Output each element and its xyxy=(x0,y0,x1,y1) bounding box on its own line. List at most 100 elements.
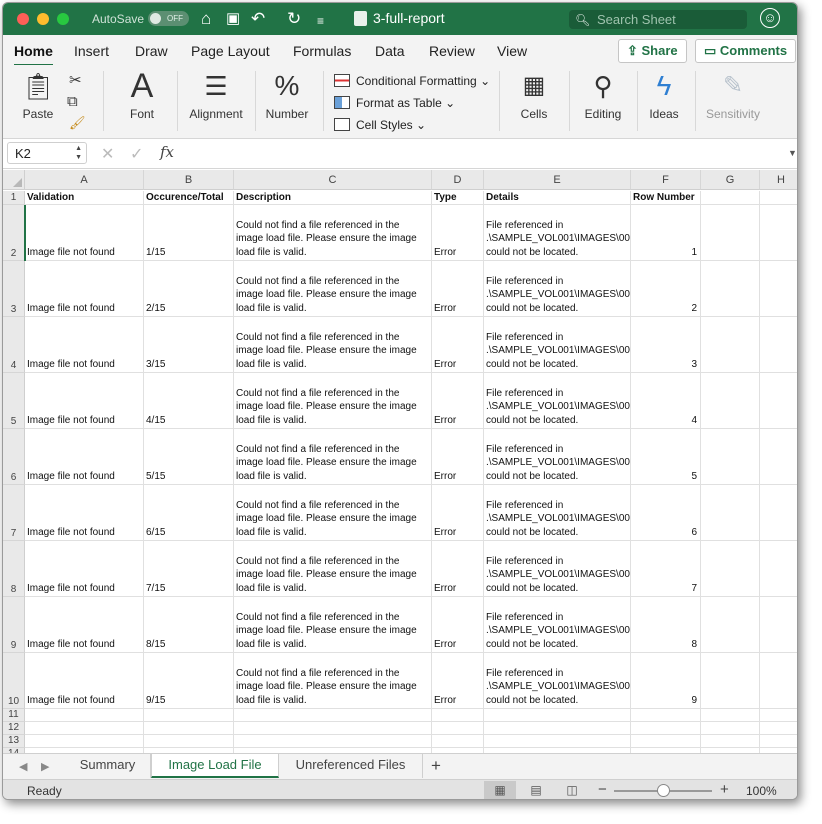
row-header[interactable]: 9 xyxy=(3,597,25,653)
table-cell-a[interactable]: Image file not found xyxy=(25,485,144,541)
empty-cell[interactable] xyxy=(701,735,760,748)
table-cell-f[interactable]: 1 xyxy=(631,205,701,261)
table-cell-a[interactable]: Image file not found xyxy=(25,597,144,653)
prev-sheet-icon[interactable]: ◀ xyxy=(19,760,27,773)
table-cell-e[interactable]: File referenced in .\SAMPLE_VOL001\IMAGE… xyxy=(484,541,631,597)
table-cell-c[interactable]: Could not find a file referenced in the … xyxy=(234,205,432,261)
autosave-toggle[interactable]: OFF xyxy=(148,11,189,26)
header-cell-b[interactable]: Occurence/Total xyxy=(144,191,234,205)
table-cell-g[interactable] xyxy=(701,541,760,597)
table-cell-b[interactable]: 3/15 xyxy=(144,317,234,373)
search-sheet-input[interactable]: 🔍︎ Search Sheet xyxy=(569,10,747,29)
sheet-tab-image-load-file[interactable]: Image Load File xyxy=(151,754,279,778)
table-cell-e[interactable]: File referenced in .\SAMPLE_VOL001\IMAGE… xyxy=(484,597,631,653)
empty-cell[interactable] xyxy=(25,709,144,722)
table-cell-c[interactable]: Could not find a file referenced in the … xyxy=(234,317,432,373)
table-cell-d[interactable]: Error xyxy=(432,261,484,317)
table-cell-f[interactable]: 6 xyxy=(631,485,701,541)
empty-cell[interactable] xyxy=(631,722,701,735)
table-cell-h[interactable] xyxy=(760,485,797,541)
empty-cell[interactable] xyxy=(25,735,144,748)
table-cell-h[interactable] xyxy=(760,653,797,709)
table-cell-g[interactable] xyxy=(701,317,760,373)
paste-button[interactable]: 📋︎ Paste xyxy=(13,65,63,137)
font-button[interactable]: A Font xyxy=(113,65,171,137)
table-cell-g[interactable] xyxy=(701,261,760,317)
row-header[interactable]: 4 xyxy=(3,317,25,373)
table-cell-b[interactable]: 4/15 xyxy=(144,373,234,429)
table-cell-h[interactable] xyxy=(760,373,797,429)
normal-view-icon[interactable]: ▦ xyxy=(484,781,516,799)
header-cell-d[interactable]: Type xyxy=(432,191,484,205)
table-cell-b[interactable]: 7/15 xyxy=(144,541,234,597)
table-cell-c[interactable]: Could not find a file referenced in the … xyxy=(234,429,432,485)
table-cell-g[interactable] xyxy=(701,429,760,485)
header-cell-g[interactable] xyxy=(701,191,760,205)
sheet-tab-unreferenced-files[interactable]: Unreferenced Files xyxy=(279,754,423,778)
table-cell-a[interactable]: Image file not found xyxy=(25,429,144,485)
header-cell-e[interactable]: Details xyxy=(484,191,631,205)
empty-cell[interactable] xyxy=(760,735,797,748)
row-header[interactable]: 13 xyxy=(3,735,25,748)
table-cell-d[interactable]: Error xyxy=(432,205,484,261)
tab-formulas[interactable]: Formulas xyxy=(293,43,351,59)
empty-cell[interactable] xyxy=(25,722,144,735)
table-cell-e[interactable]: File referenced in .\SAMPLE_VOL001\IMAGE… xyxy=(484,317,631,373)
table-cell-g[interactable] xyxy=(701,597,760,653)
table-cell-f[interactable]: 8 xyxy=(631,597,701,653)
tab-draw[interactable]: Draw xyxy=(135,43,168,59)
share-button[interactable]: ⇪ Share xyxy=(618,39,687,63)
sensitivity-button[interactable]: ✎ Sensitivity xyxy=(701,65,765,137)
table-cell-b[interactable]: 1/15 xyxy=(144,205,234,261)
name-box-stepper-icon[interactable]: ▲ ▼ xyxy=(75,144,82,162)
row-header[interactable]: 8 xyxy=(3,541,25,597)
copy-icon[interactable]: ⧉ xyxy=(67,93,78,110)
header-cell-f[interactable]: Row Number xyxy=(631,191,701,205)
empty-cell[interactable] xyxy=(234,709,432,722)
header-cell-h[interactable] xyxy=(760,191,797,205)
table-cell-e[interactable]: File referenced in .\SAMPLE_VOL001\IMAGE… xyxy=(484,653,631,709)
table-cell-f[interactable]: 2 xyxy=(631,261,701,317)
table-cell-c[interactable]: Could not find a file referenced in the … xyxy=(234,597,432,653)
table-cell-g[interactable] xyxy=(701,205,760,261)
tab-data[interactable]: Data xyxy=(375,43,405,59)
table-cell-c[interactable]: Could not find a file referenced in the … xyxy=(234,653,432,709)
cancel-formula-icon[interactable]: ✕ xyxy=(101,144,114,164)
row-header[interactable]: 12 xyxy=(3,722,25,735)
table-cell-g[interactable] xyxy=(701,373,760,429)
table-cell-c[interactable]: Could not find a file referenced in the … xyxy=(234,541,432,597)
table-cell-h[interactable] xyxy=(760,317,797,373)
table-cell-d[interactable]: Error xyxy=(432,541,484,597)
table-cell-h[interactable] xyxy=(760,541,797,597)
table-cell-d[interactable]: Error xyxy=(432,317,484,373)
select-all-button[interactable] xyxy=(3,170,25,190)
table-cell-b[interactable]: 5/15 xyxy=(144,429,234,485)
maximize-window-button[interactable] xyxy=(57,13,69,25)
zoom-in-button[interactable]: + xyxy=(720,781,729,798)
page-layout-view-icon[interactable]: ▤ xyxy=(520,781,552,799)
table-cell-b[interactable]: 2/15 xyxy=(144,261,234,317)
empty-cell[interactable] xyxy=(484,735,631,748)
table-cell-f[interactable]: 4 xyxy=(631,373,701,429)
table-cell-e[interactable]: File referenced in .\SAMPLE_VOL001\IMAGE… xyxy=(484,373,631,429)
empty-cell[interactable] xyxy=(144,709,234,722)
page-break-view-icon[interactable]: ◫ xyxy=(556,781,588,799)
table-cell-g[interactable] xyxy=(701,653,760,709)
column-header-g[interactable]: G xyxy=(701,170,760,190)
column-header-e[interactable]: E xyxy=(484,170,631,190)
table-cell-b[interactable]: 8/15 xyxy=(144,597,234,653)
empty-cell[interactable] xyxy=(432,722,484,735)
table-cell-a[interactable]: Image file not found xyxy=(25,317,144,373)
conditional-formatting-button[interactable]: Conditional Formatting ⌄ xyxy=(334,74,490,88)
add-sheet-button[interactable]: + xyxy=(431,756,441,776)
column-header-d[interactable]: D xyxy=(432,170,484,190)
table-cell-e[interactable]: File referenced in .\SAMPLE_VOL001\IMAGE… xyxy=(484,205,631,261)
close-window-button[interactable] xyxy=(17,13,29,25)
table-cell-a[interactable]: Image file not found xyxy=(25,261,144,317)
table-cell-c[interactable]: Could not find a file referenced in the … xyxy=(234,261,432,317)
empty-cell[interactable] xyxy=(234,722,432,735)
table-cell-d[interactable]: Error xyxy=(432,429,484,485)
table-cell-c[interactable]: Could not find a file referenced in the … xyxy=(234,485,432,541)
table-cell-f[interactable]: 5 xyxy=(631,429,701,485)
empty-cell[interactable] xyxy=(484,709,631,722)
